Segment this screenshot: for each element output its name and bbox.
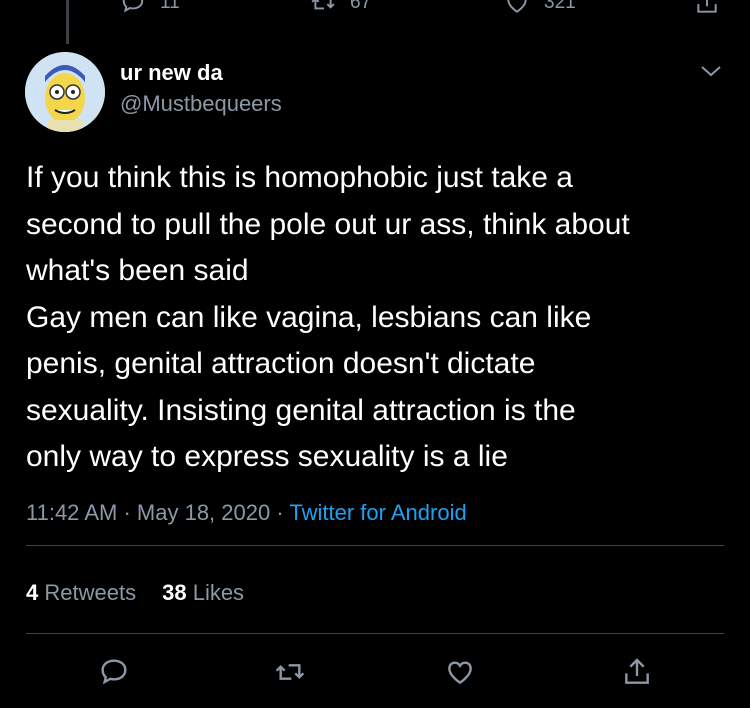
author-display-name[interactable]: ur new da	[120, 60, 223, 86]
likes-stat[interactable]: 38 Likes	[162, 580, 244, 605]
tweet-date: May 18, 2020	[136, 500, 271, 525]
heart-icon	[448, 661, 472, 685]
share-icon	[697, 0, 717, 13]
likes-label: Likes	[192, 580, 245, 605]
heart-icon	[507, 0, 527, 13]
retweets-stat[interactable]: 4 Retweets	[26, 580, 136, 605]
previous-tweet-actions: 11 67 321	[0, 0, 750, 18]
previous-like-button[interactable]: 321	[504, 0, 576, 16]
more-options-button[interactable]	[698, 62, 724, 80]
divider	[26, 545, 724, 546]
tweet-line: second to pull the pole out ur ass, thin…	[26, 207, 630, 241]
meta-separator: ·	[276, 500, 284, 525]
tweet-line: If you think this is homophobic just tak…	[26, 161, 573, 194]
reply-icon	[122, 0, 144, 13]
author-handle[interactable]: @Mustbequeers	[120, 91, 282, 117]
retweets-label: Retweets	[44, 580, 137, 605]
tweet-time: 11:42 AM	[26, 500, 118, 525]
tweet-meta: 11:42 AM · May 18, 2020 · Twitter for An…	[26, 500, 467, 526]
tweet-source-link[interactable]: Twitter for Android	[289, 500, 466, 525]
tweet-line: what's been said	[26, 254, 249, 287]
retweet-button[interactable]	[270, 652, 310, 692]
tweet-line: Gay men can like vagina, lesbians can li…	[26, 300, 592, 334]
reply-button[interactable]	[94, 652, 134, 692]
reply-icon	[101, 659, 127, 685]
share-button[interactable]	[617, 652, 657, 692]
tweet-line: only way to express sexuality is a lie	[26, 440, 508, 473]
meta-separator: ·	[123, 500, 131, 525]
tweet-line: penis, genital attraction doesn't dictat…	[26, 347, 536, 380]
previous-retweet-button[interactable]: 67	[310, 0, 371, 16]
retweet-icon	[311, 0, 335, 10]
tweet-line: sexuality. Insisting genital attraction …	[26, 393, 576, 427]
previous-share-button[interactable]	[694, 0, 720, 16]
previous-retweet-count: 67	[350, 0, 372, 13]
previous-reply-count: 11	[160, 0, 180, 13]
likes-count: 38	[162, 580, 187, 605]
avatar-image	[25, 52, 105, 132]
tweet-text: If you think this is homophobic just tak…	[26, 155, 736, 481]
like-button[interactable]	[440, 652, 480, 692]
previous-reply-button[interactable]: 11	[120, 0, 180, 16]
avatar[interactable]	[25, 52, 105, 132]
divider	[26, 633, 724, 634]
tweet-action-bar	[0, 652, 750, 696]
chevron-down-icon	[701, 66, 721, 77]
retweet-icon	[275, 664, 305, 680]
share-icon	[625, 658, 649, 684]
previous-like-count: 321	[544, 0, 576, 13]
tweet-stats: 4 Retweets 38 Likes	[26, 580, 244, 606]
retweets-count: 4	[26, 580, 39, 605]
